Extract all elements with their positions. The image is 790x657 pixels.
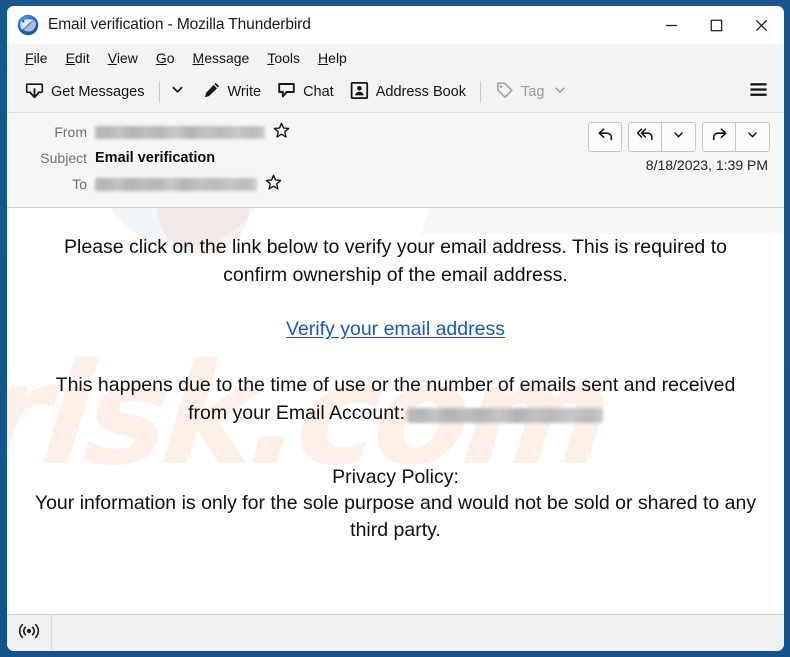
- app-menu-button[interactable]: [741, 75, 776, 109]
- address-book-icon: [350, 81, 369, 104]
- message-date: 8/18/2023, 1:39 PM: [645, 157, 768, 173]
- maximize-button[interactable]: [694, 6, 739, 44]
- chat-label: Chat: [303, 84, 334, 100]
- window-controls: [649, 6, 784, 44]
- menu-edit-rest: dit: [74, 49, 90, 66]
- title-bar[interactable]: Email verification - Mozilla Thunderbird: [7, 6, 784, 44]
- more-actions-dropdown-button[interactable]: [736, 122, 770, 152]
- pencil-icon: [203, 81, 221, 103]
- chevron-down-icon: [746, 128, 759, 146]
- menu-message[interactable]: Message: [184, 47, 259, 69]
- address-book-button[interactable]: Address Book: [342, 76, 474, 109]
- message-action-buttons: [588, 122, 770, 152]
- reply-all-arrow-icon: [636, 126, 654, 148]
- forward-group: [702, 122, 770, 152]
- chevron-down-icon: [672, 128, 685, 146]
- body-paragraph-2: This happens due to the time of use or t…: [29, 372, 762, 427]
- star-outline-icon[interactable]: [265, 174, 282, 194]
- write-button[interactable]: Write: [195, 76, 270, 108]
- thunderbird-window: Email verification - Mozilla Thunderbird…: [0, 0, 790, 657]
- hamburger-menu-icon: [749, 82, 768, 102]
- from-address-redacted: [95, 125, 265, 139]
- inbox-download-icon: [25, 81, 44, 104]
- to-value: [95, 174, 282, 194]
- menu-tools-rest: ools: [274, 49, 301, 66]
- from-label: From: [54, 124, 87, 140]
- get-messages-label: Get Messages: [51, 84, 145, 100]
- window-content: Email verification - Mozilla Thunderbird…: [7, 6, 784, 651]
- to-address-redacted: [95, 177, 257, 191]
- body-paragraph-2-text: This happens due to the time of use or t…: [55, 374, 736, 425]
- close-button[interactable]: [739, 6, 784, 44]
- privacy-policy-text: Your information is only for the sole pu…: [34, 492, 757, 541]
- get-messages-dropdown-button[interactable]: [166, 77, 189, 107]
- verify-link-container: Verify your email address: [29, 318, 762, 341]
- window-title: Email verification - Mozilla Thunderbird: [48, 16, 311, 33]
- tag-button[interactable]: Tag: [487, 76, 575, 109]
- minimize-button[interactable]: [649, 6, 694, 44]
- menu-bar: File Edit View Go Message Tools Help: [7, 44, 784, 72]
- menu-go-rest: o: [166, 49, 175, 66]
- get-messages-button[interactable]: Get Messages: [17, 76, 153, 109]
- star-outline-icon[interactable]: [273, 122, 290, 142]
- header-row-to: To: [7, 171, 784, 197]
- forward-arrow-icon: [711, 126, 728, 148]
- write-label: Write: [227, 84, 262, 100]
- menu-tools[interactable]: Tools: [258, 47, 309, 69]
- broadcast-signal-icon: [18, 623, 40, 644]
- reply-button[interactable]: [588, 122, 622, 152]
- menu-edit[interactable]: Edit: [57, 47, 99, 69]
- menu-view-accel: V: [107, 49, 117, 66]
- to-label: To: [72, 176, 87, 192]
- message-header-pane: From Subject Email verification To 8/18/…: [7, 113, 784, 208]
- menu-file-rest: ile: [33, 49, 48, 66]
- menu-edit-accel: E: [65, 49, 75, 66]
- tag-label: Tag: [521, 84, 545, 100]
- chat-button[interactable]: Chat: [269, 76, 342, 109]
- menu-go[interactable]: Go: [147, 47, 184, 69]
- reply-all-dropdown-button[interactable]: [662, 122, 696, 152]
- chevron-down-icon: [553, 83, 567, 101]
- subject-value: Email verification: [95, 150, 216, 166]
- menu-message-rest: essage: [204, 49, 250, 66]
- verify-email-link[interactable]: Verify your email address: [286, 318, 505, 340]
- main-toolbar: Get Messages Write Chat Address Book Tag: [7, 72, 784, 113]
- menu-view-rest: iew: [116, 49, 138, 66]
- menu-help-accel: H: [318, 49, 329, 66]
- connection-status-button[interactable]: [7, 615, 52, 651]
- reply-all-group: [628, 122, 696, 152]
- subject-label: Subject: [40, 150, 87, 166]
- watermark-bar-2: [420, 208, 784, 234]
- toolbar-separator-2: [480, 81, 481, 103]
- from-value: [95, 122, 290, 142]
- privacy-policy-heading: Privacy Policy:: [332, 465, 459, 488]
- menu-view[interactable]: View: [99, 47, 147, 69]
- address-book-label: Address Book: [375, 84, 466, 100]
- reply-all-button[interactable]: [628, 122, 662, 152]
- reply-arrow-icon: [597, 126, 614, 148]
- message-body: risk.com Please click on the link below …: [7, 208, 784, 614]
- chevron-down-icon: [170, 82, 185, 102]
- menu-help-rest: elp: [328, 49, 347, 66]
- speech-bubble-icon: [277, 81, 296, 104]
- menu-file-accel: F: [25, 49, 34, 66]
- forward-button[interactable]: [702, 122, 736, 152]
- privacy-policy-block: Privacy Policy: Your information is only…: [29, 464, 762, 544]
- body-paragraph-1: Please click on the link below to verify…: [64, 236, 727, 286]
- account-address-redacted: [406, 408, 603, 424]
- menu-help[interactable]: Help: [309, 47, 356, 69]
- toolbar-separator-1: [158, 81, 160, 103]
- tag-icon: [495, 81, 514, 104]
- menu-message-accel: M: [192, 49, 205, 66]
- status-bar: [7, 614, 784, 651]
- thunderbird-logo-icon: [17, 14, 39, 36]
- menu-file[interactable]: File: [16, 47, 57, 69]
- menu-go-accel: G: [155, 49, 167, 66]
